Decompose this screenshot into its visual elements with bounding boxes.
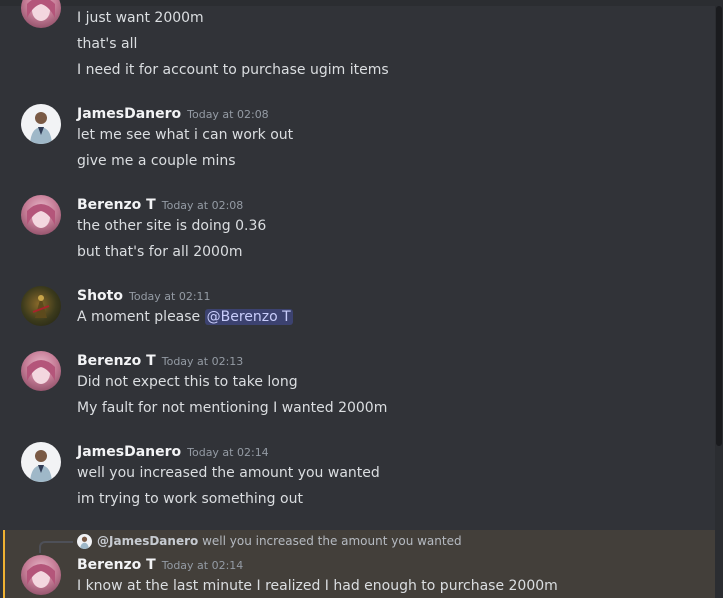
avatar[interactable] bbox=[21, 104, 61, 144]
message-timestamp: Today at 02:08 bbox=[161, 199, 244, 212]
message-text: Did not expect this to take long bbox=[77, 374, 298, 390]
author-name[interactable]: JamesDanero Today at 02:14 bbox=[77, 444, 269, 460]
author-name[interactable]: JamesDanero Today at 02:08 bbox=[77, 106, 269, 122]
author-name[interactable]: Shoto Today at 02:11 bbox=[77, 288, 211, 304]
author-name[interactable]: Berenzo T Today at 02:08 bbox=[77, 197, 243, 213]
message-timestamp: Today at 02:13 bbox=[161, 355, 244, 368]
message-text: My fault for not mentioning I wanted 200… bbox=[77, 400, 388, 416]
avatar[interactable] bbox=[21, 0, 61, 28]
avatar[interactable] bbox=[21, 555, 61, 595]
scrollbar-thumb[interactable] bbox=[716, 6, 722, 446]
message-text: let me see what i can work out bbox=[77, 127, 294, 143]
reply-text: well you increased the amount you wanted bbox=[202, 534, 462, 548]
message-text: im trying to work something out bbox=[77, 491, 303, 507]
avatar[interactable] bbox=[21, 195, 61, 235]
message-text: I just want 2000m bbox=[77, 10, 204, 26]
message-timestamp: Today at 02:08 bbox=[187, 108, 269, 121]
reply-connector bbox=[39, 541, 73, 553]
user-mention[interactable]: @Berenzo T bbox=[204, 309, 293, 325]
author-name[interactable]: Berenzo T Today at 02:13 bbox=[77, 353, 243, 369]
message-text: well you increased the amount you wanted bbox=[77, 465, 380, 481]
message-text: the other site is doing 0.36 bbox=[77, 218, 267, 234]
reply-avatar[interactable] bbox=[77, 534, 92, 549]
message-text: that's all bbox=[77, 36, 138, 52]
message-text: I need it for account to purchase ugim i… bbox=[77, 62, 389, 78]
message-timestamp: Today at 02:11 bbox=[128, 290, 211, 303]
message-text: give me a couple mins bbox=[77, 153, 236, 169]
avatar[interactable] bbox=[21, 442, 61, 482]
message-text: I know at the last minute I realized I h… bbox=[77, 578, 558, 594]
message-text: A moment please @Berenzo T bbox=[77, 309, 293, 325]
top-border bbox=[0, 0, 723, 6]
message-text: but that's for all 2000m bbox=[77, 244, 243, 260]
message-timestamp: Today at 02:14 bbox=[187, 446, 269, 459]
reply-preview[interactable]: @JamesDanero well you increased the amou… bbox=[97, 534, 462, 548]
avatar[interactable] bbox=[21, 351, 61, 391]
avatar[interactable] bbox=[21, 286, 61, 326]
message-timestamp: Today at 02:14 bbox=[161, 559, 244, 572]
reply-author[interactable]: @JamesDanero bbox=[97, 534, 198, 548]
author-name[interactable]: Berenzo T Today at 02:14 bbox=[77, 557, 243, 573]
